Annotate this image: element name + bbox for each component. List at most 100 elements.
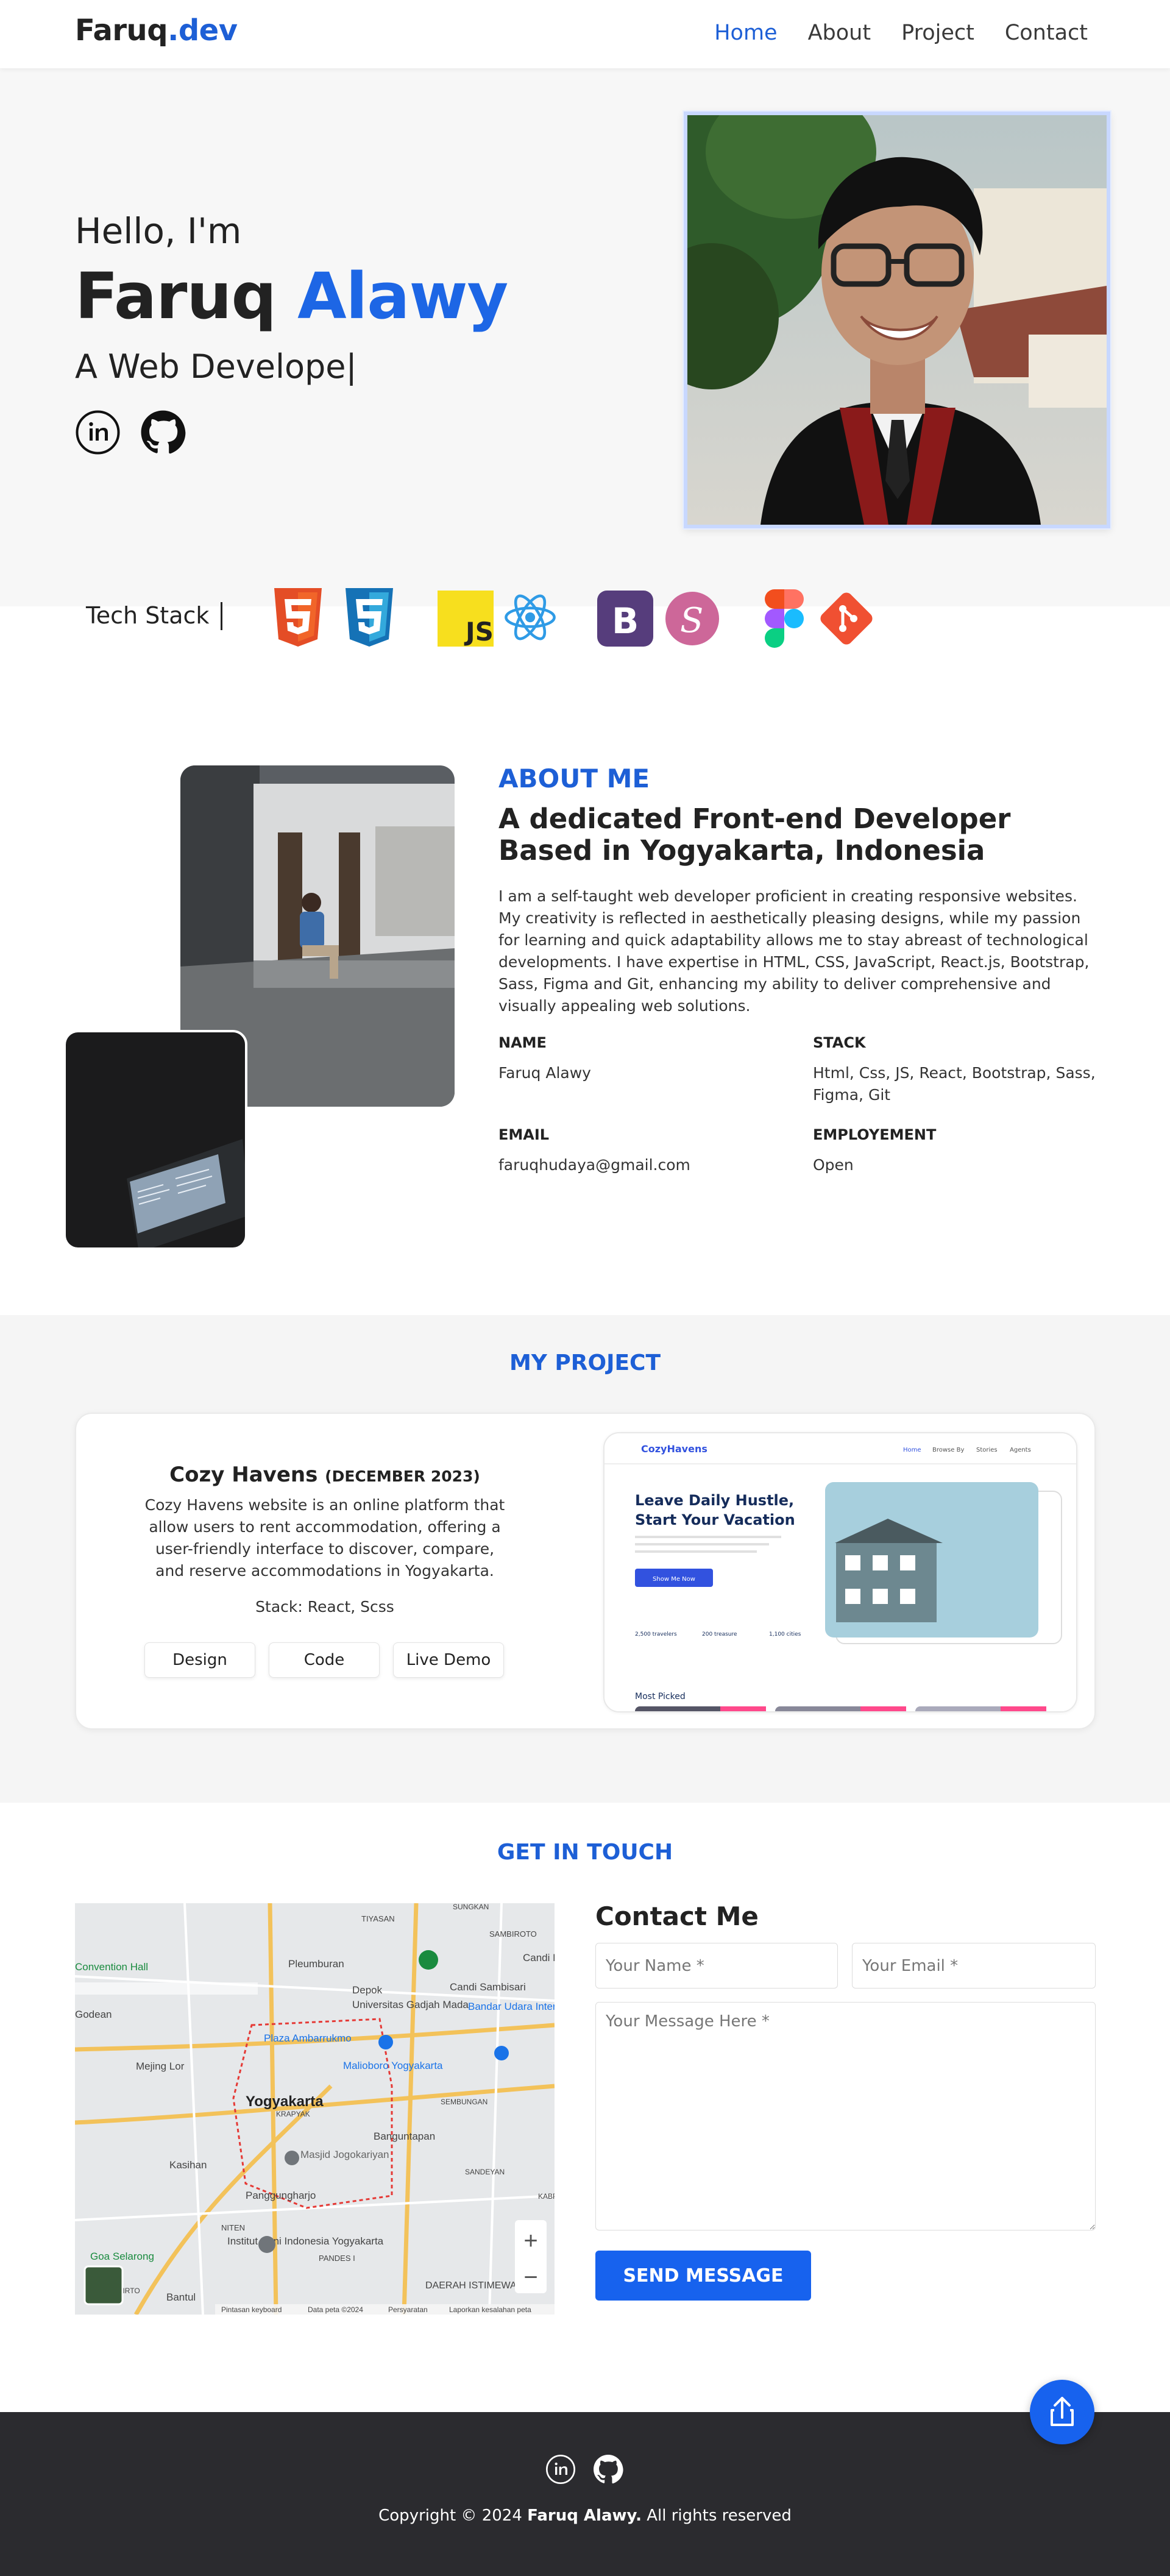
preview-stat-3: 1,100 cities [769,1631,801,1637]
project-stack: Stack: React, Scss [255,1598,394,1616]
footer-social-links [545,2454,623,2485]
nav-link-project[interactable]: Project [901,21,974,45]
preview-menu-stories: Stories [976,1447,998,1453]
nav-links: Home About Project Contact [714,21,1088,45]
map-label-1: SAMBIROTO [489,1929,537,1939]
contact-title: Contact Me [595,1901,759,1931]
profile-photo-image [687,115,1107,525]
javascript-icon: JS [438,591,494,647]
map-label-4: Candi P [523,1952,555,1964]
email-input[interactable] [852,1943,1096,1989]
map-label-19: NITEN [221,2223,245,2232]
map-label-5: Depok [352,1984,383,1996]
info-stack: STACK Html, Css, JS, React, Bootstrap, S… [813,1034,1105,1106]
share-icon [1051,2397,1074,2426]
design-button[interactable]: Design [144,1642,255,1678]
preview-section: Most Picked [635,1692,686,1701]
map-label-21: PANDES I [319,2254,355,2263]
info-employment-value: Open [813,1156,854,1174]
project-name: Cozy Havens [169,1463,318,1487]
map-zoom-in: + [523,2227,537,2254]
info-employment: EMPLOYEMENT Open [813,1126,1105,1176]
copyright-name: Faruq Alawy. [527,2507,642,2525]
footer [0,2412,1170,2576]
preview-stat-2: 200 treasure [702,1631,737,1637]
preview-headline-1: Leave Daily Hustle, [635,1492,794,1509]
nav-link-home[interactable]: Home [714,21,777,45]
map-label-17: Panggungharjo [246,2190,316,2201]
svg-text:JS: JS [464,617,494,647]
preview-menu-home: Home [903,1447,921,1453]
logo-main: Faruq [75,13,168,48]
map-label-24: DAERAH ISTIMEWA [425,2280,517,2291]
map-label-23: Bantul [166,2291,196,2303]
github-icon[interactable] [593,2454,623,2485]
map-label-29: KABR [538,2192,555,2201]
share-button[interactable] [1030,2380,1094,2444]
react-icon [505,594,556,640]
info-stack-value: Html, Css, JS, React, Bootstrap, Sass, F… [813,1064,1096,1104]
linkedin-icon[interactable] [545,2454,576,2485]
info-name-value: Faruq Alawy [498,1064,591,1082]
map-footer-3: Laporkan kesalahan peta [449,2305,531,2314]
bootstrap-icon: B [597,591,653,647]
code-button[interactable]: Code [269,1642,380,1678]
map-label-6: Candi Sambisari [450,1981,526,1993]
map-label-22: Goa Selarong [90,2251,154,2262]
svg-text:S: S [680,601,703,640]
tech-stack-divider [221,602,222,630]
figma-icon [765,589,804,648]
preview-menu-agents: Agents [1010,1447,1031,1453]
project-preview[interactable]: CozyHavens Home Browse By Stories Agents… [603,1432,1077,1712]
preview-logo: CozyHavens [641,1443,707,1455]
tech-stack-label: Tech Stack [86,602,210,629]
about-photo-secondary [63,1030,247,1250]
live-demo-button[interactable]: Live Demo [393,1642,504,1678]
hero-first-name: Faruq [75,259,277,333]
info-name-label: NAME [498,1034,547,1051]
logo[interactable]: Faruq.dev [75,13,238,48]
map-footer-1: Data peta ©2024 [308,2305,363,2314]
github-icon[interactable] [140,410,186,455]
info-stack-label: STACK [813,1034,866,1051]
preview-cta: Show Me Now [653,1576,695,1583]
hero-last-name: Alawy [297,259,508,333]
profile-photo [684,112,1110,528]
message-textarea[interactable] [595,2002,1096,2230]
map-label-8: Universitas Gadjah Mada [352,1999,469,2010]
linkedin-icon[interactable] [75,410,121,455]
send-message-button[interactable]: SEND MESSAGE [595,2251,811,2301]
copyright: Copyright © 2024 Faruq Alawy. All rights… [0,2507,1170,2525]
about-title: A dedicated Front-end Developer Based in… [498,803,1011,867]
navbar: Faruq.dev Home About Project Contact [0,0,1170,68]
map-zoom-out: − [523,2264,537,2291]
project-date: (DECEMBER 2023) [325,1467,480,1485]
map-label-13: Yogyakarta [246,2093,324,2110]
info-email-value: faruqhudaya@gmail.com [498,1156,690,1174]
map-label-28: SEMBUNGAN [441,2098,488,2106]
sass-icon: S [665,592,719,645]
map-label-27: KRAPYAK [276,2110,310,2118]
nav-link-contact[interactable]: Contact [1005,21,1088,45]
about-description: I am a self-taught web developer profici… [498,887,1090,1015]
map-embed[interactable]: TIYASAN SAMBIROTO Convention Hall Pleumb… [75,1903,555,2315]
copyright-suffix: All rights reserved [641,2507,792,2525]
hero-role: A Web Develope| [75,347,357,386]
nav-link-about[interactable]: About [808,21,871,45]
info-email: EMAIL faruqhudaya@gmail.com [498,1126,791,1176]
preview-headline-2: Start Your Vacation [635,1511,795,1528]
map-label-14: Banguntapan [374,2131,435,2142]
hero-social-links [75,410,186,455]
map-label-20: Institut Seni Indonesia Yogyakarta [227,2235,384,2247]
about-photo-secondary-image [66,1032,245,1247]
hero-name: Faruq Alawy [75,259,508,333]
map-label-25: SUNGKAN [453,1903,489,1911]
map-label-9: Bandar Udara Internasional Adisutjipto [468,2001,555,2012]
preview-stat-1: 2,500 travelers [635,1631,677,1637]
name-input[interactable] [595,1943,838,1989]
map-label-15: Kasihan [169,2159,207,2171]
map-label-7: Godean [75,2009,112,2020]
copyright-prefix: Copyright © 2024 [378,2507,528,2525]
info-name: NAME Faruq Alawy [498,1034,791,1084]
css3-icon [346,588,393,647]
